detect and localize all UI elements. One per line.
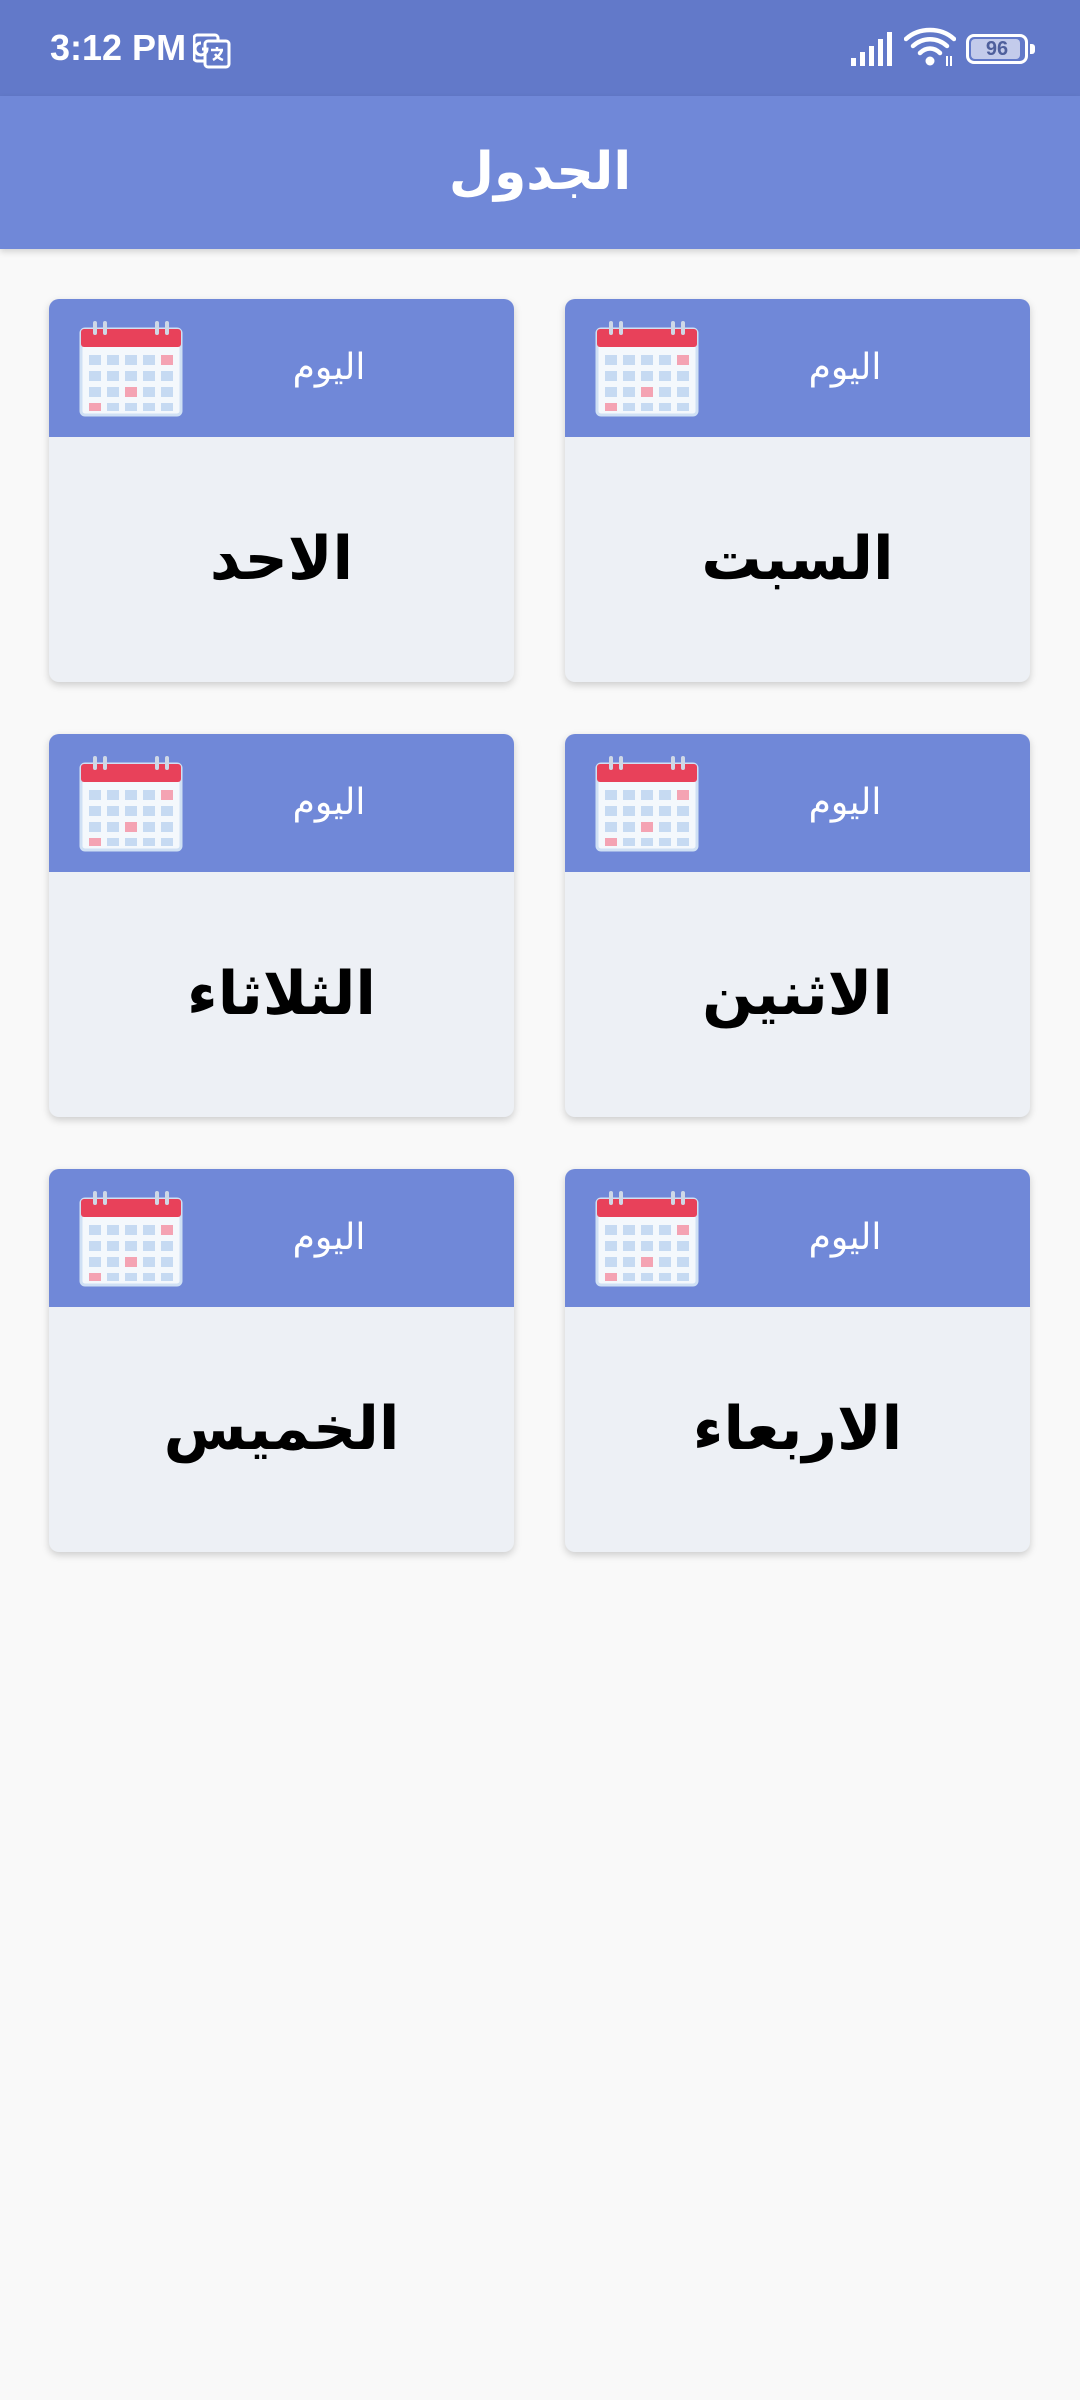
day-label: السبت <box>701 524 894 594</box>
calendar-icon <box>79 1191 183 1287</box>
battery-icon: 96 <box>966 34 1036 68</box>
card-header: اليوم <box>49 299 514 437</box>
day-card-thursday[interactable]: اليوم الخميس <box>49 1169 514 1552</box>
card-header: اليوم <box>49 734 514 872</box>
app-bar: الجدول <box>0 96 1080 249</box>
day-label: الاربعاء <box>692 1394 903 1464</box>
calendar-icon <box>79 321 183 417</box>
wifi-icon <box>903 26 957 68</box>
day-label: الاحد <box>209 524 354 594</box>
card-caption: اليوم <box>292 782 366 823</box>
day-label: الثلاثاء <box>187 959 376 1029</box>
day-label: الخميس <box>163 1394 400 1464</box>
status-time: 3:12 PM <box>50 27 187 68</box>
card-header: اليوم <box>565 1169 1030 1307</box>
day-label: الاثنين <box>702 959 893 1029</box>
card-caption: اليوم <box>292 1217 366 1258</box>
card-header: اليوم <box>565 734 1030 872</box>
card-header: اليوم <box>49 1169 514 1307</box>
calendar-icon <box>595 756 699 852</box>
day-card-sunday[interactable]: اليوم الاحد <box>49 299 514 682</box>
page-title: الجدول <box>448 142 632 202</box>
card-caption: اليوم <box>808 782 882 823</box>
card-caption: اليوم <box>292 347 366 388</box>
calendar-icon <box>595 321 699 417</box>
day-card-tuesday[interactable]: اليوم الثلاثاء <box>49 734 514 1117</box>
signal-icon <box>850 30 894 68</box>
translate-icon <box>192 32 231 70</box>
card-header: اليوم <box>565 299 1030 437</box>
day-card-wednesday[interactable]: اليوم الاربعاء <box>565 1169 1030 1552</box>
calendar-icon <box>79 756 183 852</box>
card-caption: اليوم <box>808 1217 882 1258</box>
day-card-monday[interactable]: اليوم الاثنين <box>565 734 1030 1117</box>
status-bar: 3:12 PM 96 <box>0 0 1080 96</box>
calendar-icon <box>595 1191 699 1287</box>
day-card-saturday[interactable]: اليوم السبت <box>565 299 1030 682</box>
battery-level: 96 <box>985 38 1009 60</box>
card-caption: اليوم <box>808 347 882 388</box>
